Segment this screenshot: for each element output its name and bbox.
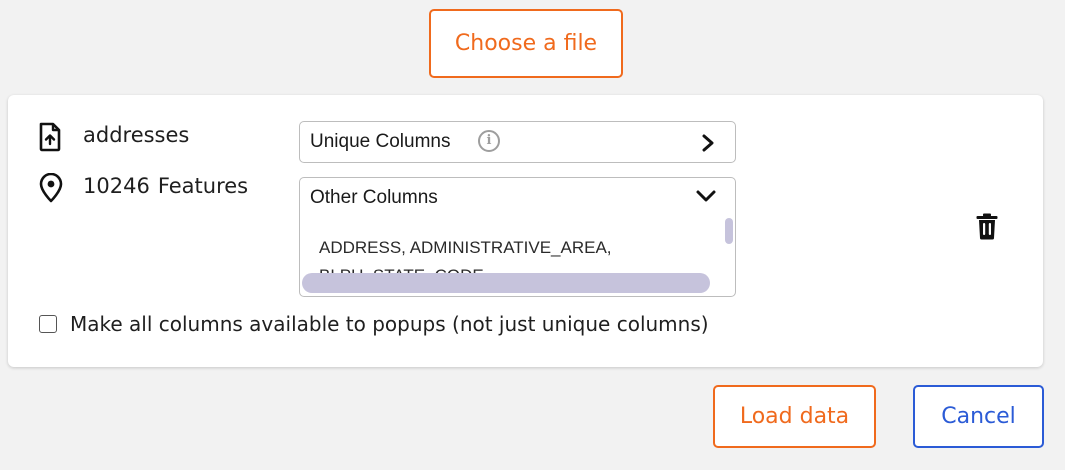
file-card: addresses 10246 Features Unique Columns i… — [8, 95, 1043, 367]
popup-columns-option: Make all columns available to popups (no… — [39, 312, 709, 336]
other-columns-label: Other Columns — [310, 187, 438, 208]
unique-columns-dropdown[interactable]: Unique Columns i — [299, 121, 736, 163]
file-upload-icon — [39, 122, 61, 152]
horizontal-scrollbar[interactable] — [302, 273, 710, 293]
page: Choose a file addresses 10246 Features Un… — [0, 0, 1065, 470]
load-data-label: Load data — [739, 404, 850, 429]
feature-count-label: Features — [157, 174, 249, 198]
vertical-scrollbar[interactable] — [725, 218, 733, 244]
chevron-down-icon — [696, 190, 716, 202]
cancel-label: Cancel — [941, 404, 1016, 429]
popup-columns-checkbox[interactable] — [39, 315, 57, 333]
trash-icon[interactable] — [975, 212, 999, 240]
load-data-button[interactable]: Load data — [713, 385, 876, 448]
map-pin-icon — [39, 173, 63, 203]
unique-columns-label: Unique Columns — [310, 131, 451, 152]
chevron-right-icon — [702, 134, 714, 152]
choose-file-button[interactable]: Choose a file — [429, 9, 623, 78]
choose-file-label: Choose a file — [454, 31, 598, 56]
feature-count: 10246 Features — [83, 174, 248, 198]
cancel-button[interactable]: Cancel — [913, 385, 1044, 448]
info-icon[interactable]: i — [478, 130, 500, 152]
feature-count-value: 10246 — [83, 174, 150, 198]
other-columns-dropdown[interactable]: Other Columns ADDRESS, ADMINISTRATIVE_AR… — [299, 177, 736, 297]
popup-columns-label[interactable]: Make all columns available to popups (no… — [70, 312, 709, 336]
file-name: addresses — [83, 123, 190, 147]
